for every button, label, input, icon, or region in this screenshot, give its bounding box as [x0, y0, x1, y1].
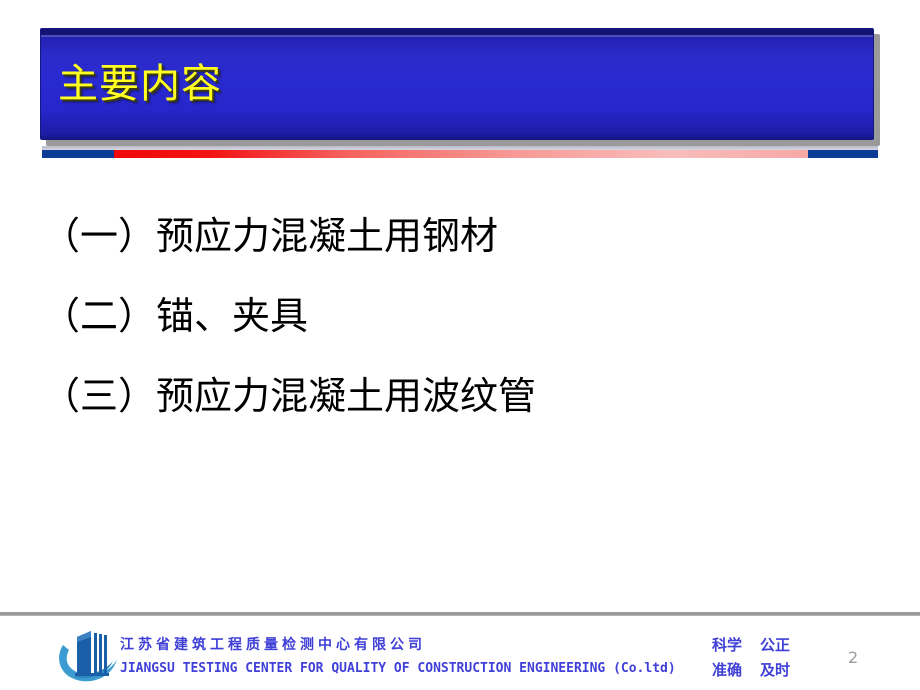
footer-company-name-en: JIANGSU TESTING CENTER FOR QUALITY OF CO… [120, 661, 676, 676]
slogan-word-jishi: 及时 [760, 661, 791, 679]
slogan-word-zhunque: 准确 [712, 661, 743, 679]
slogan-word-kexue: 科学 [712, 636, 743, 654]
slogan-word-gongzheng: 公正 [760, 636, 791, 654]
slogan-row-1: 科学 公正 [712, 633, 822, 658]
rule-blue-left-cap [42, 150, 114, 158]
page-title: 主要内容 [58, 61, 222, 107]
building-swoosh-logo-icon [55, 623, 121, 685]
list-item: （二）锚、夹具 [42, 294, 309, 338]
footer-slogan: 科学 公正 准确 及时 [712, 633, 822, 683]
slogan-row-2: 准确 及时 [712, 658, 822, 683]
decorative-rule [0, 146, 920, 160]
content-list: （一）预应力混凝土用钢材 （二）锚、夹具 （三）预应力混凝土用波纹管 [0, 196, 920, 436]
footer-company-name-cn: 江苏省建筑工程质量检测中心有限公司 [120, 637, 426, 653]
page-number: 2 [848, 648, 859, 667]
rule-red-gradient [42, 150, 808, 158]
list-item: （一）预应力混凝土用钢材 [42, 214, 499, 258]
slide-canvas: 主要内容 （一）预应力混凝土用钢材 （二）锚、夹具 （三）预应力混凝土用波纹管 [0, 0, 920, 690]
rule-blue-right-cap [808, 150, 878, 158]
list-item: （三）预应力混凝土用波纹管 [42, 374, 537, 418]
